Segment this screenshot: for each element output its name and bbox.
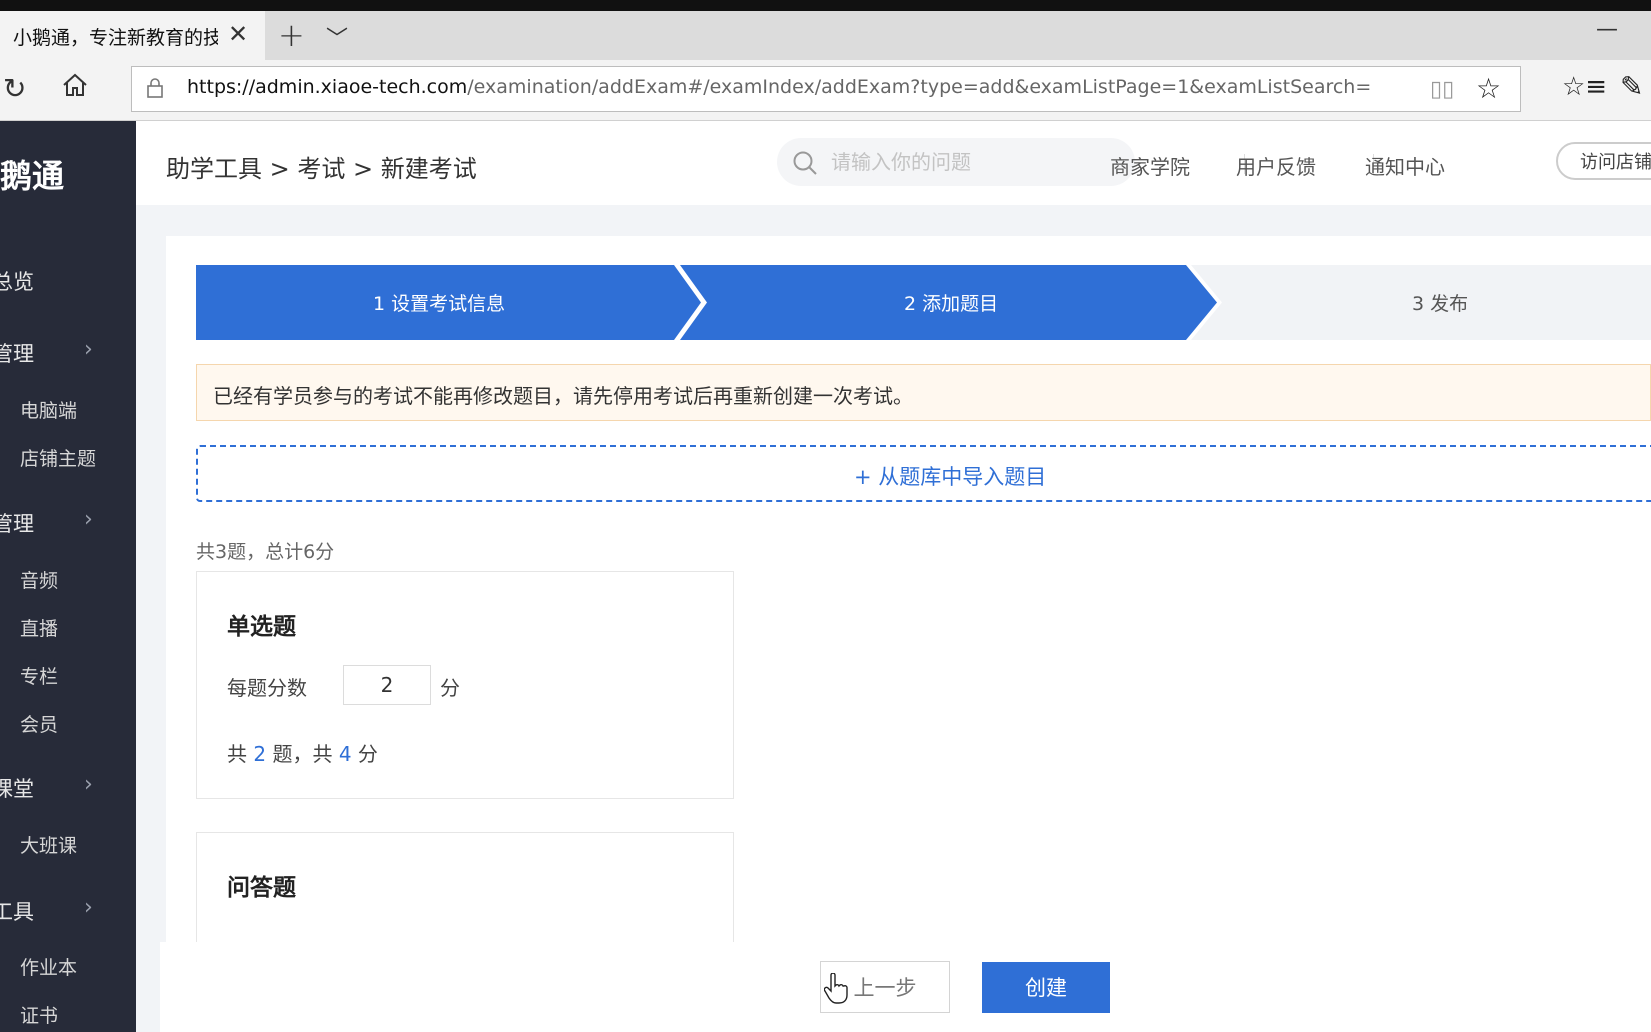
favorites-icon[interactable]: ☆≡ (1562, 72, 1607, 102)
search-input[interactable] (829, 147, 1123, 177)
total-value: 4 (338, 742, 352, 766)
chevron-right-icon: › (84, 337, 93, 362)
score-label: 每题分数 (227, 676, 307, 700)
reload-icon[interactable]: ↻ (3, 72, 26, 105)
sidebar-item-overview[interactable]: 总览 (0, 266, 34, 296)
count-prefix: 共 (227, 742, 247, 766)
merchant-academy-link[interactable]: 商家学院 (1110, 151, 1190, 180)
question-group-title: 单选题 (227, 614, 296, 640)
pen-icon[interactable]: ✎ (1620, 70, 1643, 103)
close-tab-icon[interactable]: ✕ (228, 20, 248, 48)
help-search[interactable] (777, 138, 1135, 186)
import-label: + 从题库中导入题目 (854, 465, 1047, 489)
sidebar-item-classroom[interactable]: 课堂 (0, 773, 34, 803)
notification-center-link[interactable]: 通知中心 (1365, 151, 1445, 180)
score-unit: 分 (440, 676, 460, 700)
chevron-right-icon: › (84, 772, 93, 797)
sidebar-item-pc[interactable]: 电脑端 (20, 396, 77, 423)
count-suffix: 分 (357, 742, 378, 766)
url-host: https://admin.xiaoe-tech.com (187, 76, 468, 98)
breadcrumb: 助学工具 > 考试 > 新建考试 (166, 155, 477, 183)
new-tab-icon[interactable]: + (278, 16, 305, 54)
count-value: 2 (253, 742, 267, 766)
sidebar-item-live[interactable]: 直播 (20, 614, 58, 641)
favorite-star-icon[interactable]: ☆ (1476, 72, 1501, 105)
notice-text: 已经有学员参与的考试不能再修改题目，请先停用考试后再重新创建一次考试。 (213, 384, 913, 408)
step-2: 2 添加题目 (904, 293, 999, 315)
score-input[interactable] (343, 665, 431, 705)
question-count: 共 2 题，共 4 分 (227, 738, 378, 767)
lock-icon (146, 77, 164, 103)
chevron-right-icon: › (84, 895, 93, 920)
sidebar-item-member[interactable]: 会员 (20, 710, 58, 737)
sidebar-item-column[interactable]: 专栏 (20, 662, 58, 689)
home-icon[interactable] (62, 73, 88, 101)
search-icon (793, 151, 817, 175)
minimize-icon[interactable]: — (1596, 17, 1618, 42)
brand-logo-text: 鹅通 (0, 157, 65, 195)
sidebar-item-audio[interactable]: 音频 (20, 566, 58, 593)
count-mid: 题，共 (272, 742, 333, 766)
sidebar: 鹅通 总览 管理 › 电脑端 店铺主题 管理 › 音频 直播 专栏 会员 课堂 … (0, 121, 136, 1032)
feedback-link-label: 用户反馈 (1236, 155, 1316, 179)
sidebar-item-store-manage[interactable]: 管理 (0, 338, 34, 368)
sidebar-item-certificate[interactable]: 证书 (20, 1001, 58, 1028)
address-bar[interactable]: https://admin.xiaoe-tech.com/examination… (131, 66, 1521, 112)
sidebar-item-big-class[interactable]: 大班课 (20, 831, 77, 858)
question-group-card: 单选题 每题分数 分 共 2 题，共 4 分 (196, 571, 734, 799)
step-3: 3 发布 (1412, 293, 1469, 315)
browser-tab[interactable]: 小鹅通，专注新教育的技 ✕ (0, 11, 265, 60)
browser-tab-bar: 小鹅通，专注新教育的技 ✕ + ﹀ — (0, 11, 1651, 60)
question-group-title: 问答题 (227, 875, 296, 901)
feedback-link[interactable]: 用户反馈 (1236, 151, 1316, 180)
tab-title: 小鹅通，专注新教育的技 (13, 27, 218, 49)
import-from-bank-button[interactable]: + 从题库中导入题目 (196, 445, 1651, 502)
url-path: /examination/addExam#/examIndex/addExam?… (467, 76, 1372, 98)
step-1: 1 设置考试信息 (373, 293, 506, 315)
create-button[interactable]: 创建 (982, 962, 1110, 1013)
page-header: 助学工具 > 考试 > 新建考试 商家学院 用户反馈 通知中心 访问店铺 (136, 121, 1651, 205)
reading-view-icon[interactable]: ▯▯ (1430, 77, 1454, 102)
hand-cursor-icon (823, 972, 848, 1009)
url-text: https://admin.xiaoe-tech.com/examination… (187, 76, 1371, 98)
sidebar-item-tools[interactable]: 工具 (0, 896, 34, 926)
visit-store-button[interactable]: 访问店铺 (1556, 142, 1651, 180)
window-top-edge (0, 0, 1651, 11)
chevron-down-icon[interactable]: ﹀ (326, 21, 348, 53)
warning-notice: 已经有学员参与的考试不能再修改题目，请先停用考试后再重新创建一次考试。 (196, 364, 1651, 421)
sidebar-item-homework[interactable]: 作业本 (20, 953, 77, 980)
chevron-right-icon: › (84, 507, 93, 532)
browser-nav-bar: ↻ https://admin.xiaoe-tech.com/examinati… (0, 60, 1651, 121)
question-summary: 共3题，总计6分 (196, 541, 335, 563)
sidebar-item-theme[interactable]: 店铺主题 (20, 444, 96, 471)
step-progress: 1 设置考试信息 2 添加题目 3 发布 (196, 265, 1651, 340)
sidebar-item-content-manage[interactable]: 管理 (0, 508, 34, 538)
